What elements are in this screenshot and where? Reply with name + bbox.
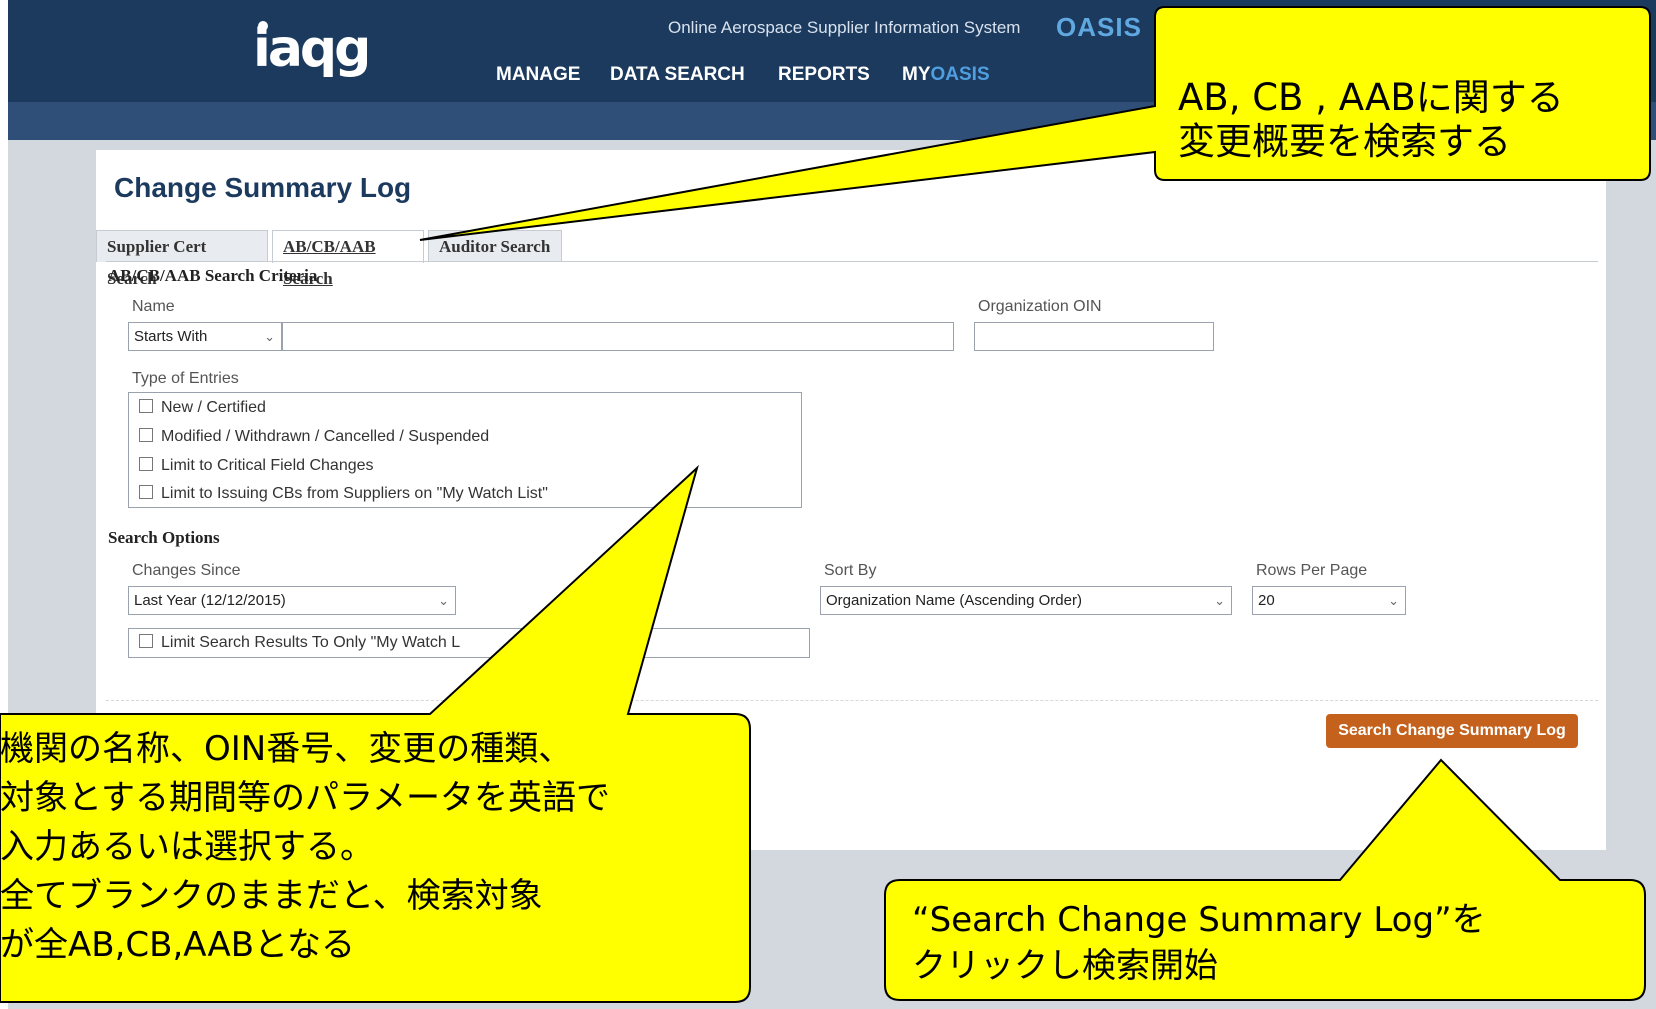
sort-by-label: Sort By [824,562,877,579]
oin-label: Organization OIN [978,298,1102,315]
callout-bottom-left: 機関の名称、OIN番号、変更の種類、 対象とする期間等のパラメータを英語で 入力… [0,725,610,970]
entries-box: New / Certified Modified / Withdrawn / C… [128,392,802,508]
nav-myoasis[interactable]: MYOASIS [902,64,990,86]
divider [106,700,1598,701]
watch-limit-label: Limit Search Results To Only "My Watch L [161,634,461,651]
tab-auditor-search[interactable]: Auditor Search [428,230,562,262]
entry-modified[interactable]: Modified / Withdrawn / Cancelled / Suspe… [139,428,489,446]
tab-underline [106,261,1598,262]
changes-since-label: Changes Since [132,562,241,579]
svg-text:iaqg: iaqg [253,19,368,78]
chevron-down-icon: ⌄ [1214,593,1225,608]
system-subtitle: Online Aerospace Supplier Information Sy… [668,18,1021,37]
chevron-down-icon: ⌄ [1388,593,1399,608]
entry-label: Limit to Issuing CBs from Suppliers on "… [161,485,548,502]
rows-per-page-label: Rows Per Page [1256,562,1368,579]
sort-by-select[interactable]: Organization Name (Ascending Order) ⌄ [820,586,1232,615]
watch-limit-option[interactable]: Limit Search Results To Only "My Watch L [139,634,460,652]
callout-bottom-right: “Search Change Summary Log”を クリックし検索開始 [912,897,1486,989]
callout-line: 全てブランクのままだと、検索対象 [0,876,543,916]
nav-data-search[interactable]: DATA SEARCH [610,64,745,86]
checkbox[interactable] [139,428,153,442]
entry-label: Limit to Critical Field Changes [161,457,374,474]
rows-per-page-select[interactable]: 20 ⌄ [1252,586,1406,615]
name-label: Name [132,298,175,315]
entry-label: New / Certified [161,399,266,416]
entry-label: Modified / Withdrawn / Cancelled / Suspe… [161,428,490,445]
nav-my-suffix: OASIS [930,64,990,85]
checkbox[interactable] [139,457,153,471]
sort-by-value: Organization Name (Ascending Order) [826,592,1082,609]
callout-line: が全AB,CB,AABとなる [0,925,356,965]
chevron-down-icon: ⌄ [264,329,275,344]
nav-my-prefix: MY [902,64,931,85]
oin-input[interactable] [974,322,1214,351]
entry-critical-changes[interactable]: Limit to Critical Field Changes [139,457,374,475]
name-match-value: Starts With [134,328,208,345]
nav-manage[interactable]: MANAGE [496,64,580,86]
checkbox[interactable] [139,485,153,499]
checkbox[interactable] [139,634,153,648]
callout-line: “Search Change Summary Log”を [912,900,1486,940]
nav-reports[interactable]: REPORTS [778,64,870,86]
rows-per-page-value: 20 [1258,592,1275,609]
watch-limit-box: Limit Search Results To Only "My Watch L [128,628,810,658]
entry-watch-list-cbs[interactable]: Limit to Issuing CBs from Suppliers on "… [139,485,548,503]
name-match-select[interactable]: Starts With ⌄ [128,322,282,351]
iaqg-logo: iaqg [253,19,371,78]
callout-line: 機関の名称、OIN番号、変更の種類、 [0,729,573,769]
search-options-heading: Search Options [108,528,220,547]
brand-name: OASIS [1056,12,1142,42]
page-title: Change Summary Log [114,172,412,203]
callout-line: AB, CB , AABに関する [1178,76,1564,119]
criteria-heading: AB/CB/AAB Search Criteria [108,266,318,285]
callout-top-right: AB, CB , AABに関する 変更概要を検索する [1178,76,1564,163]
changes-since-select[interactable]: Last Year (12/12/2015) ⌄ [128,586,456,615]
checkbox[interactable] [139,399,153,413]
search-change-summary-log-button[interactable]: Search Change Summary Log [1326,714,1578,748]
tab-supplier-cert-search[interactable]: Supplier Cert Search [96,230,268,288]
chevron-down-icon: ⌄ [438,593,449,608]
callout-line: クリックし検索開始 [912,946,1218,986]
tab-ab-cb-aab-search[interactable]: AB/CB/AAB Search [272,230,424,288]
entry-new-certified[interactable]: New / Certified [139,399,266,417]
callout-line: 変更概要を検索する [1178,119,1511,163]
changes-since-value: Last Year (12/12/2015) [134,592,286,609]
name-input[interactable] [282,322,954,351]
entries-label: Type of Entries [132,370,239,387]
callout-line: 入力あるいは選択する。 [0,827,374,867]
callout-line: 対象とする期間等のパラメータを英語で [0,778,610,818]
